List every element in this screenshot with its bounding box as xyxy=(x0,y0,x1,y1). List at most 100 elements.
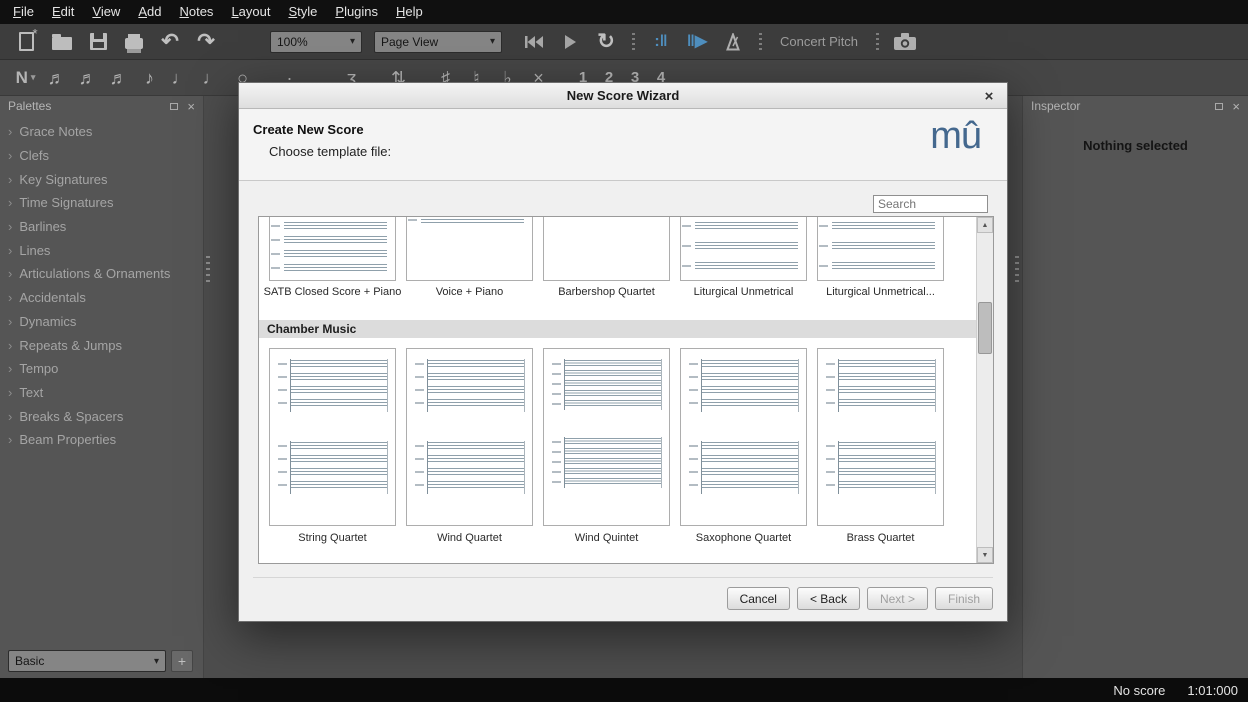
menu-edit[interactable]: Edit xyxy=(43,0,83,24)
inspector-splitter-handle[interactable] xyxy=(1015,256,1019,284)
next-button[interactable]: Next > xyxy=(867,587,928,610)
scroll-up-icon: ▲ xyxy=(982,222,989,229)
menu-notes[interactable]: Notes xyxy=(170,0,222,24)
palette-item-lines[interactable]: ›Lines xyxy=(0,238,203,262)
palette-item-articulations[interactable]: ›Articulations & Ornaments xyxy=(0,262,203,286)
palette-item-text[interactable]: ›Text xyxy=(0,381,203,405)
template-caption: Saxophone Quartet xyxy=(670,532,817,544)
finish-button[interactable]: Finish xyxy=(935,587,993,610)
rewind-icon xyxy=(524,35,544,49)
chevron-right-icon: › xyxy=(8,195,12,210)
palette-list: ›Grace Notes ›Clefs ›Key Signatures ›Tim… xyxy=(0,120,203,452)
template-card-wind-quartet[interactable] xyxy=(406,348,533,526)
palette-splitter-handle[interactable] xyxy=(206,256,210,284)
palette-item-key-signatures[interactable]: ›Key Signatures xyxy=(0,167,203,191)
score-status: No score xyxy=(1113,683,1165,698)
template-search-input[interactable] xyxy=(873,195,988,213)
palette-item-grace-notes[interactable]: ›Grace Notes xyxy=(0,120,203,144)
palette-item-tempo[interactable]: ›Tempo xyxy=(0,357,203,381)
chevron-right-icon: › xyxy=(8,409,12,424)
note-half-button[interactable]: ♩ xyxy=(196,63,227,93)
close-panel-icon[interactable]: × xyxy=(1232,100,1240,113)
note-input-mode-button[interactable]: N ▾ xyxy=(10,63,41,93)
note-64th-button[interactable]: ♬ xyxy=(41,63,72,93)
note-32nd-button[interactable]: ♬ xyxy=(72,63,103,93)
menu-style[interactable]: Style xyxy=(279,0,326,24)
template-card-saxophone-quartet[interactable] xyxy=(680,348,807,526)
template-caption: Barbershop Quartet xyxy=(533,286,680,298)
scroll-down-button[interactable]: ▼ xyxy=(977,547,993,563)
palette-item-time-signatures[interactable]: ›Time Signatures xyxy=(0,191,203,215)
toolbar-grip[interactable] xyxy=(759,33,762,51)
inspector-title: Inspector xyxy=(1031,99,1080,113)
palette-item-repeats-jumps[interactable]: ›Repeats & Jumps xyxy=(0,333,203,357)
template-caption: Liturgical Unmetrical xyxy=(670,286,817,298)
close-icon[interactable]: × xyxy=(980,87,998,105)
musescore-logo: mû xyxy=(930,115,981,158)
pan-playback-toggle[interactable]: ‖▶ xyxy=(679,27,715,57)
toolbar-grip[interactable] xyxy=(632,33,635,51)
rewind-button[interactable] xyxy=(516,27,552,57)
note-quarter-button[interactable]: ♩ xyxy=(165,63,196,93)
float-panel-icon[interactable] xyxy=(170,103,178,110)
palette-item-barlines[interactable]: ›Barlines xyxy=(0,215,203,239)
metronome-toggle[interactable] xyxy=(715,27,751,57)
note-16th-button[interactable]: ♬ xyxy=(103,63,134,93)
play-repeats-toggle[interactable]: :‖ xyxy=(643,27,679,57)
close-panel-icon[interactable]: × xyxy=(187,100,195,113)
zoom-select[interactable]: 100% ▾ xyxy=(270,31,362,53)
menu-view[interactable]: View xyxy=(83,0,129,24)
chevron-right-icon: › xyxy=(8,314,12,329)
note-8th-button[interactable]: ♪ xyxy=(134,63,165,93)
save-button[interactable] xyxy=(80,27,116,57)
template-card-satb-piano[interactable] xyxy=(269,216,396,281)
menu-help[interactable]: Help xyxy=(387,0,432,24)
template-caption: SATB Closed Score + Piano xyxy=(259,286,406,298)
cancel-button[interactable]: Cancel xyxy=(727,587,790,610)
template-card-liturgical-2[interactable] xyxy=(817,216,944,281)
wizard-subtitle: Choose template file: xyxy=(269,144,993,159)
main-toolbar: ↶ ↷ 100% ▾ Page View ▾ ↻ :‖ ‖▶ Concert P… xyxy=(0,24,1248,60)
concert-pitch-toggle[interactable]: Concert Pitch xyxy=(770,29,868,55)
play-button[interactable] xyxy=(552,27,588,57)
template-list-scrollbar[interactable]: ▲ ▼ xyxy=(976,217,993,563)
undo-button[interactable]: ↶ xyxy=(152,27,188,57)
palette-item-beam-properties[interactable]: ›Beam Properties xyxy=(0,428,203,452)
play-icon xyxy=(562,34,578,50)
add-workspace-button[interactable]: + xyxy=(171,650,193,672)
menu-plugins[interactable]: Plugins xyxy=(326,0,387,24)
open-file-button[interactable] xyxy=(44,27,80,57)
status-bar: No score 1:01:000 xyxy=(0,678,1248,702)
template-card-wind-quintet[interactable] xyxy=(543,348,670,526)
palette-item-accidentals[interactable]: ›Accidentals xyxy=(0,286,203,310)
scrollbar-thumb[interactable] xyxy=(978,302,992,354)
new-score-button[interactable] xyxy=(8,27,44,57)
menu-layout[interactable]: Layout xyxy=(222,0,279,24)
scroll-up-button[interactable]: ▲ xyxy=(977,217,993,233)
template-card-voice-piano[interactable] xyxy=(406,216,533,281)
print-button[interactable] xyxy=(116,27,152,57)
workspace-select[interactable]: Basic ▾ xyxy=(8,650,166,672)
menu-add[interactable]: Add xyxy=(129,0,170,24)
float-panel-icon[interactable] xyxy=(1215,103,1223,110)
template-card-brass-quartet[interactable] xyxy=(817,348,944,526)
menu-file[interactable]: File xyxy=(4,0,43,24)
back-button[interactable]: < Back xyxy=(797,587,860,610)
dialog-titlebar[interactable]: New Score Wizard × xyxy=(239,83,1007,109)
palette-item-clefs[interactable]: ›Clefs xyxy=(0,144,203,168)
view-mode-select[interactable]: Page View ▾ xyxy=(374,31,502,53)
toolbar-grip[interactable] xyxy=(876,33,879,51)
workspace-value: Basic xyxy=(15,654,44,668)
new-score-wizard-dialog: New Score Wizard × Create New Score Choo… xyxy=(238,82,1008,622)
loop-playback-button[interactable]: ↻ xyxy=(588,27,624,57)
palette-item-dynamics[interactable]: ›Dynamics xyxy=(0,310,203,334)
image-capture-toggle[interactable] xyxy=(887,27,923,57)
pan-playback-icon: ‖▶ xyxy=(687,34,707,50)
template-card-barbershop[interactable] xyxy=(543,216,670,281)
palette-item-breaks-spacers[interactable]: ›Breaks & Spacers xyxy=(0,404,203,428)
chevron-right-icon: › xyxy=(8,385,12,400)
chevron-right-icon: › xyxy=(8,219,12,234)
template-card-liturgical[interactable] xyxy=(680,216,807,281)
template-card-string-quartet[interactable] xyxy=(269,348,396,526)
redo-button[interactable]: ↷ xyxy=(188,27,224,57)
